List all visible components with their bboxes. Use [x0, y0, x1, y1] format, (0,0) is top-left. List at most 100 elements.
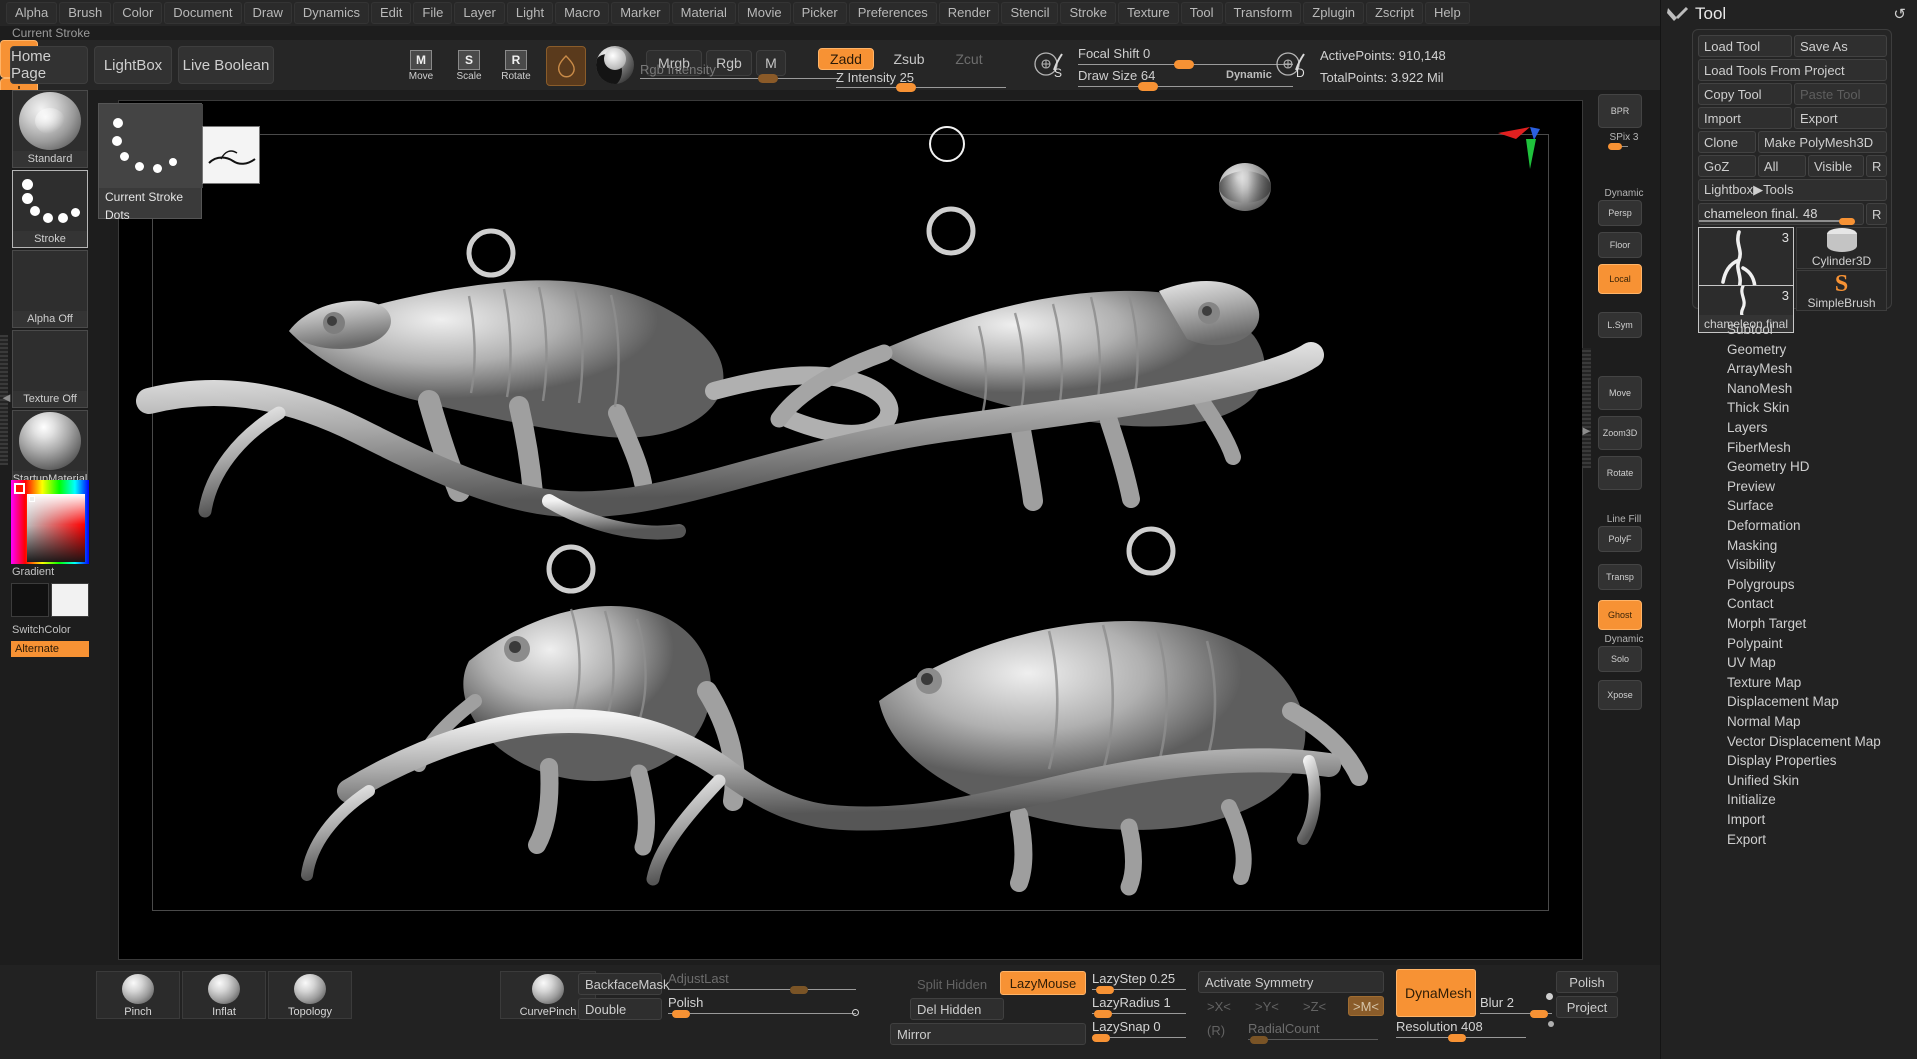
menu-item-file[interactable]: File — [413, 2, 453, 24]
resolution-indicator-icon[interactable] — [1548, 1021, 1554, 1027]
brush-inflat[interactable]: Inflat — [182, 971, 266, 1019]
dynamic-icon-button[interactable]: D — [1274, 48, 1314, 82]
z-intensity-knob[interactable] — [896, 83, 916, 92]
menu-item-preferences[interactable]: Preferences — [848, 2, 937, 24]
spix-label[interactable]: SPix 3 — [1590, 132, 1658, 143]
home-page-button[interactable]: Home Page — [10, 46, 88, 84]
subpalette-fibermesh[interactable]: FiberMesh — [1727, 440, 1791, 455]
brush-preview-button[interactable] — [546, 46, 586, 86]
current-stroke-popup[interactable]: Current Stroke Dots — [98, 103, 203, 222]
persp-button[interactable]: Persp — [1598, 200, 1642, 226]
import-button[interactable]: Import — [1698, 107, 1792, 129]
subpalette-deformation[interactable]: Deformation — [1727, 518, 1801, 533]
switchcolor-label[interactable]: SwitchColor — [12, 624, 71, 636]
axis-z-button[interactable]: >Z< — [1296, 996, 1334, 1016]
menu-item-texture[interactable]: Texture — [1118, 2, 1179, 24]
mirror-button[interactable]: Mirror — [890, 1023, 1086, 1045]
menu-item-tool[interactable]: Tool — [1180, 2, 1223, 24]
subpalette-visibility[interactable]: Visibility — [1727, 557, 1776, 572]
menu-item-alpha[interactable]: Alpha — [6, 2, 58, 24]
subpalette-masking[interactable]: Masking — [1727, 538, 1777, 553]
reset-icon[interactable]: ↺ — [1893, 5, 1906, 23]
subpalette-arraymesh[interactable]: ArrayMesh — [1727, 361, 1792, 376]
live-boolean-button[interactable]: Live Boolean — [178, 46, 274, 84]
tool-item-slider[interactable]: chameleon final. 48 — [1698, 203, 1864, 225]
subpalette-preview[interactable]: Preview — [1727, 479, 1775, 494]
load-tool-button[interactable]: Load Tool — [1698, 35, 1792, 57]
subpalette-texture-map[interactable]: Texture Map — [1727, 675, 1801, 690]
floor-button[interactable]: Floor — [1598, 232, 1642, 258]
split-hidden-button[interactable]: Split Hidden — [910, 973, 1004, 995]
subpalette-normal-map[interactable]: Normal Map — [1727, 714, 1801, 729]
ghost-button[interactable]: Ghost — [1598, 600, 1642, 630]
rotate-nav-button[interactable]: Rotate — [1598, 456, 1642, 490]
menu-item-material[interactable]: Material — [671, 2, 736, 24]
copy-tool-button[interactable]: Copy Tool — [1698, 83, 1792, 105]
material-preview-button[interactable] — [596, 46, 636, 86]
visible-button[interactable]: Visible — [1808, 155, 1864, 177]
menu-item-help[interactable]: Help — [1424, 2, 1470, 24]
menu-item-stroke[interactable]: Stroke — [1060, 2, 1117, 24]
rotate-button[interactable]: R Rotate — [498, 48, 534, 82]
texture-swatch[interactable]: Texture Off — [12, 330, 88, 408]
subpalette-displacement-map[interactable]: Displacement Map — [1727, 694, 1839, 709]
z-intensity-slider[interactable]: Z Intensity 25 — [836, 70, 1006, 94]
rgb-intensity-knob[interactable] — [758, 74, 778, 83]
load-tools-from-project-button[interactable]: Load Tools From Project — [1698, 59, 1887, 81]
make-polymesh3d-button[interactable]: Make PolyMesh3D — [1758, 131, 1887, 153]
focal-shift-slider[interactable]: Focal Shift 0 — [1078, 46, 1293, 70]
subpalette-import[interactable]: Import — [1727, 812, 1765, 827]
menu-item-color[interactable]: Color — [113, 2, 163, 24]
rgb-intensity-slider[interactable]: Rgb Intensity — [640, 62, 840, 86]
zadd-button[interactable]: Zadd — [818, 48, 874, 70]
polish-button[interactable]: Polish — [1556, 971, 1618, 993]
subpalette-contact[interactable]: Contact — [1727, 596, 1774, 611]
subpalette-layers[interactable]: Layers — [1727, 420, 1768, 435]
current-stroke-thumbnail[interactable] — [202, 126, 260, 184]
material-swatch[interactable]: StartupMaterial — [12, 410, 88, 488]
menu-item-render[interactable]: Render — [938, 2, 1000, 24]
subpalette-thick-skin[interactable]: Thick Skin — [1727, 400, 1789, 415]
menu-item-macro[interactable]: Macro — [555, 2, 610, 24]
subpalette-surface[interactable]: Surface — [1727, 498, 1774, 513]
lazymouse-button[interactable]: LazyMouse — [1000, 971, 1086, 995]
local-button[interactable]: Local — [1598, 264, 1642, 294]
subpalette-nanomesh[interactable]: NanoMesh — [1727, 381, 1792, 396]
zoom3d-button[interactable]: Zoom3D — [1598, 416, 1642, 450]
subpalette-vector-displacement-map[interactable]: Vector Displacement Map — [1727, 734, 1881, 749]
polish-indicator-icon[interactable] — [852, 1009, 859, 1016]
color-picker[interactable] — [11, 480, 89, 564]
menu-item-layer[interactable]: Layer — [454, 2, 505, 24]
alternate-button[interactable]: Alternate — [11, 641, 89, 657]
subpalette-display-properties[interactable]: Display Properties — [1727, 753, 1837, 768]
subpalette-polygroups[interactable]: Polygroups — [1727, 577, 1795, 592]
stroke-swatch[interactable]: Stroke — [12, 170, 88, 248]
dynamesh-button[interactable]: DynaMesh — [1396, 969, 1476, 1017]
all-button[interactable]: All — [1758, 155, 1806, 177]
axis-x-button[interactable]: >X< — [1200, 996, 1238, 1016]
lightbox-tools-button[interactable]: Lightbox▶Tools — [1698, 179, 1887, 201]
subpalette-morph-target[interactable]: Morph Target — [1727, 616, 1806, 631]
canvas[interactable] — [118, 100, 1583, 960]
alpha-swatch[interactable]: Alpha Off — [12, 250, 88, 328]
color-picker-sv-marker[interactable] — [29, 496, 35, 502]
export-button[interactable]: Export — [1794, 107, 1887, 129]
menu-item-dynamics[interactable]: Dynamics — [293, 2, 369, 24]
blur-indicator-icon[interactable] — [1546, 993, 1553, 1000]
secondary-color-swatch[interactable] — [51, 583, 89, 617]
transp-button[interactable]: Transp — [1598, 564, 1642, 590]
color-picker-field[interactable] — [27, 494, 85, 562]
primary-color-swatch[interactable] — [11, 583, 49, 617]
tool-thumb-simplebrush[interactable]: S SimpleBrush — [1796, 270, 1887, 311]
menu-item-edit[interactable]: Edit — [370, 2, 412, 24]
tool-item-knob[interactable] — [1839, 218, 1855, 225]
lsym-button[interactable]: L.Sym — [1598, 312, 1642, 338]
tool-item-r-button[interactable]: R — [1866, 203, 1887, 225]
paste-tool-button[interactable]: Paste Tool — [1794, 83, 1887, 105]
dynamic-label[interactable]: Dynamic — [1226, 69, 1272, 81]
menu-item-transform[interactable]: Transform — [1224, 2, 1302, 24]
subpalette-geometry-hd[interactable]: Geometry HD — [1727, 459, 1810, 474]
goz-button[interactable]: GoZ — [1698, 155, 1756, 177]
tool-thumb-cylinder3d[interactable]: Cylinder3D — [1796, 227, 1887, 269]
subpalette-polypaint[interactable]: Polypaint — [1727, 636, 1783, 651]
